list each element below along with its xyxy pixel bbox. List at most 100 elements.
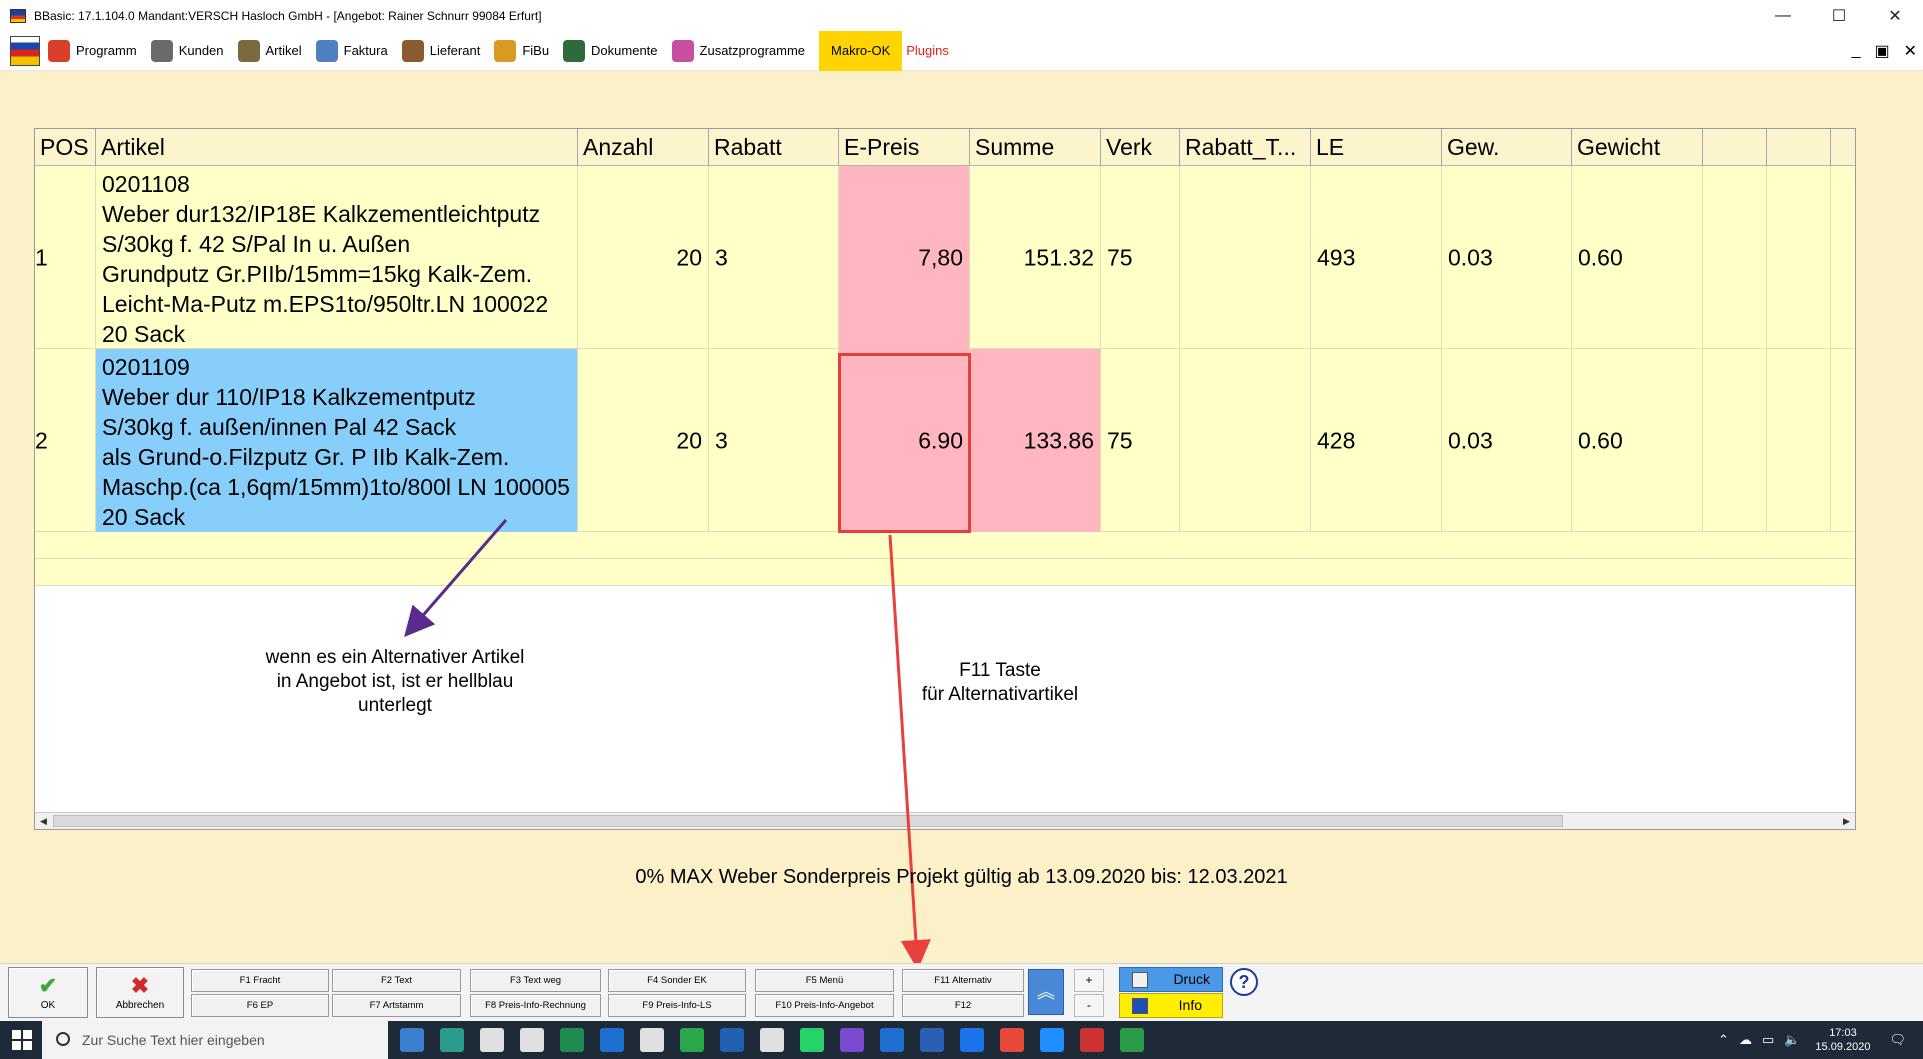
cell-extra[interactable] [1767,349,1831,532]
taskbar-app-icon[interactable] [1120,1028,1144,1052]
cell-rabatt[interactable]: 3 [709,166,839,349]
taskbar-app-icon[interactable] [440,1028,464,1052]
windows-start-icon[interactable] [12,1030,32,1050]
horizontal-scrollbar[interactable]: ◀ ▶ [35,812,1855,829]
maximize-button[interactable]: ☐ [1811,0,1867,31]
taskbar-app-icon[interactable] [520,1028,544,1052]
f3-text-weg-button[interactable]: F3 Text weg [470,969,601,992]
cell-e-preis[interactable]: 7,80 [839,166,970,349]
scrollbar-thumb[interactable] [53,815,1563,827]
col-header-extra-1[interactable] [1703,129,1767,166]
menu-lieferant[interactable]: Lieferant [401,31,491,71]
taskbar-app-icon[interactable] [960,1028,984,1052]
cell-rabatt[interactable]: 3 [709,349,839,532]
cell-pos[interactable]: 1 [35,166,96,349]
offer-items-grid[interactable]: POS Artikel Anzahl Rabatt E-Preis Summe … [34,128,1856,830]
cell-extra[interactable] [1767,166,1831,349]
cell-verk[interactable]: 75 [1101,349,1180,532]
taskbar-app-icon[interactable] [560,1028,584,1052]
cloud-icon[interactable]: ☁ [1739,1032,1752,1048]
chevron-up-icon[interactable]: ⌃ [1718,1032,1729,1048]
taskbar-search-input[interactable]: Zur Suche Text hier eingeben [42,1021,388,1059]
cell-le[interactable]: 493 [1311,166,1442,349]
col-header-pos[interactable]: POS [35,129,96,166]
close-button[interactable]: ✕ [1867,0,1923,31]
taskbar-app-icon[interactable] [1000,1028,1024,1052]
ok-button[interactable]: ✔ OK [8,967,88,1018]
taskbar-app-icon[interactable] [760,1028,784,1052]
f8-preis-info-rechnung-button[interactable]: F8 Preis-Info-Rechnung [470,994,601,1017]
taskbar-app-icon[interactable] [880,1028,904,1052]
taskbar-app-icon[interactable] [720,1028,744,1052]
cell-summe[interactable]: 151.32 [970,166,1101,349]
minimize-button[interactable]: — [1755,0,1811,31]
menu-fibu[interactable]: FiBu [494,31,559,71]
menu-faktura[interactable]: Faktura [315,31,398,71]
taskbar-app-icon[interactable] [920,1028,944,1052]
volume-icon[interactable]: 🔈 [1784,1032,1800,1048]
scroll-right-icon[interactable]: ▶ [1838,813,1855,829]
f12-button[interactable]: F12 [902,994,1024,1017]
cell-anzahl[interactable]: 20 [578,349,709,532]
minus-button[interactable]: - [1074,994,1104,1017]
f6-ep-button[interactable]: F6 EP [191,994,329,1017]
notification-icon[interactable]: 🗨 [1889,1032,1906,1048]
col-header-e-preis[interactable]: E-Preis [839,129,970,166]
taskbar-app-icon[interactable] [1040,1028,1064,1052]
double-chevron-up-icon[interactable]: ︽ [1028,969,1064,1015]
f1-fracht-button[interactable]: F1 Fracht [191,969,329,992]
druck-button[interactable]: Druck [1119,967,1223,992]
col-header-anzahl[interactable]: Anzahl [578,129,709,166]
menu-dokumente[interactable]: Dokumente [563,31,667,71]
col-header-rabatt[interactable]: Rabatt [709,129,839,166]
col-header-gewicht[interactable]: Gewicht [1572,129,1703,166]
mdi-minimize-button[interactable]: _ [1852,42,1861,60]
taskbar-app-icon[interactable] [680,1028,704,1052]
menu-plugins[interactable]: Plugins [906,31,959,71]
f11-alternativ-button[interactable]: F11 Alternativ [902,969,1024,992]
mdi-restore-button[interactable]: ▣ [1874,41,1889,61]
taskbar-app-icon[interactable] [800,1028,824,1052]
menu-zusatzprogramme[interactable]: Zusatzprogramme [671,31,815,71]
cell-extra[interactable] [1703,166,1767,349]
cell-artikel[interactable]: 0201108 Weber dur132/IP18E Kalkzementlei… [96,166,578,349]
col-header-le[interactable]: LE [1311,129,1442,166]
table-row-empty[interactable] [35,532,1855,559]
cell-pos[interactable]: 2 [35,349,96,532]
f9-preis-info-ls-button[interactable]: F9 Preis-Info-LS [608,994,746,1017]
taskbar-app-icon[interactable] [600,1028,624,1052]
taskbar-app-icon[interactable] [640,1028,664,1052]
cell-artikel-alternative[interactable]: 0201109 Weber dur 110/IP18 Kalkzementput… [96,349,578,532]
col-header-rabatt-t[interactable]: Rabatt_T... [1180,129,1311,166]
cell-summe[interactable]: 133.86 [970,349,1101,532]
f7-artstamm-button[interactable]: F7 Artstamm [332,994,461,1017]
cell-verk[interactable]: 75 [1101,166,1180,349]
cell-anzahl[interactable]: 20 [578,166,709,349]
menu-artikel[interactable]: Artikel [237,31,312,71]
help-icon[interactable]: ? [1230,968,1258,996]
table-row-empty[interactable] [35,559,1855,586]
menu-kunden[interactable]: Kunden [150,31,234,71]
taskbar-clock[interactable]: 17:03 15.09.2020 [1815,1026,1870,1054]
f4-sonder-ek-button[interactable]: F4 Sonder EK [608,969,746,992]
table-row[interactable]: 1 0201108 Weber dur132/IP18E Kalkzementl… [35,166,1855,349]
mdi-close-button[interactable]: ✕ [1904,41,1917,61]
cell-gew[interactable]: 0.03 [1442,349,1572,532]
taskbar-app-icon[interactable] [480,1028,504,1052]
info-button[interactable]: Info [1119,993,1223,1018]
menu-programm[interactable]: Programm [48,31,147,71]
cell-gewicht[interactable]: 0.60 [1572,166,1703,349]
menu-makro-ok[interactable]: Makro-OK [819,30,903,71]
f10-preis-info-angebot-button[interactable]: F10 Preis-Info-Angebot [755,994,894,1017]
taskbar-app-icon[interactable] [400,1028,424,1052]
plus-button[interactable]: + [1074,969,1104,992]
cell-rabatt-t[interactable] [1180,166,1311,349]
cell-rabatt-t[interactable] [1180,349,1311,532]
cell-extra[interactable] [1703,349,1767,532]
col-header-summe[interactable]: Summe [970,129,1101,166]
cell-le[interactable]: 428 [1311,349,1442,532]
col-header-artikel[interactable]: Artikel [96,129,578,166]
taskbar-app-icon[interactable] [1080,1028,1104,1052]
f2-text-button[interactable]: F2 Text [332,969,461,992]
network-icon[interactable]: ▭ [1762,1032,1774,1048]
